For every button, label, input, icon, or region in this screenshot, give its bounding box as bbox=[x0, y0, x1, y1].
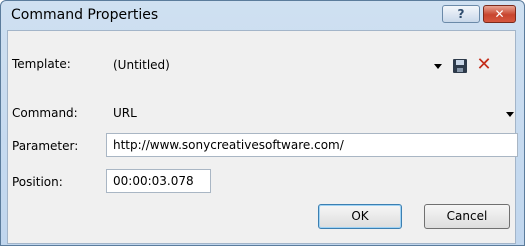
command-dropdown-arrow-icon[interactable] bbox=[506, 112, 514, 117]
template-label: Template: bbox=[12, 57, 71, 71]
template-dropdown-arrow-icon[interactable] bbox=[434, 64, 442, 69]
save-icon[interactable] bbox=[453, 59, 467, 73]
command-label: Command: bbox=[12, 106, 78, 120]
template-select[interactable]: (Untitled) bbox=[106, 53, 450, 77]
parameter-input[interactable]: http://www.sonycreativesoftware.com/ bbox=[106, 133, 518, 157]
help-button[interactable]: ? bbox=[442, 5, 480, 23]
command-select[interactable]: URL bbox=[106, 101, 518, 125]
command-value: URL bbox=[113, 106, 137, 120]
close-button[interactable]: ✕ bbox=[483, 5, 516, 23]
position-input[interactable]: 00:00:03.078 bbox=[106, 169, 211, 193]
dialog-title: Command Properties bbox=[11, 7, 159, 23]
parameter-label: Parameter: bbox=[12, 139, 79, 153]
ok-button[interactable]: OK bbox=[318, 204, 402, 229]
parameter-value: http://www.sonycreativesoftware.com/ bbox=[113, 138, 344, 152]
position-label: Position: bbox=[12, 175, 63, 189]
title-bar[interactable]: Command Properties ? ✕ bbox=[1, 1, 524, 29]
delete-icon[interactable]: ✕ bbox=[475, 55, 493, 75]
position-value: 00:00:03.078 bbox=[113, 174, 194, 188]
template-value: (Untitled) bbox=[113, 58, 170, 72]
cancel-button[interactable]: Cancel bbox=[424, 204, 510, 229]
